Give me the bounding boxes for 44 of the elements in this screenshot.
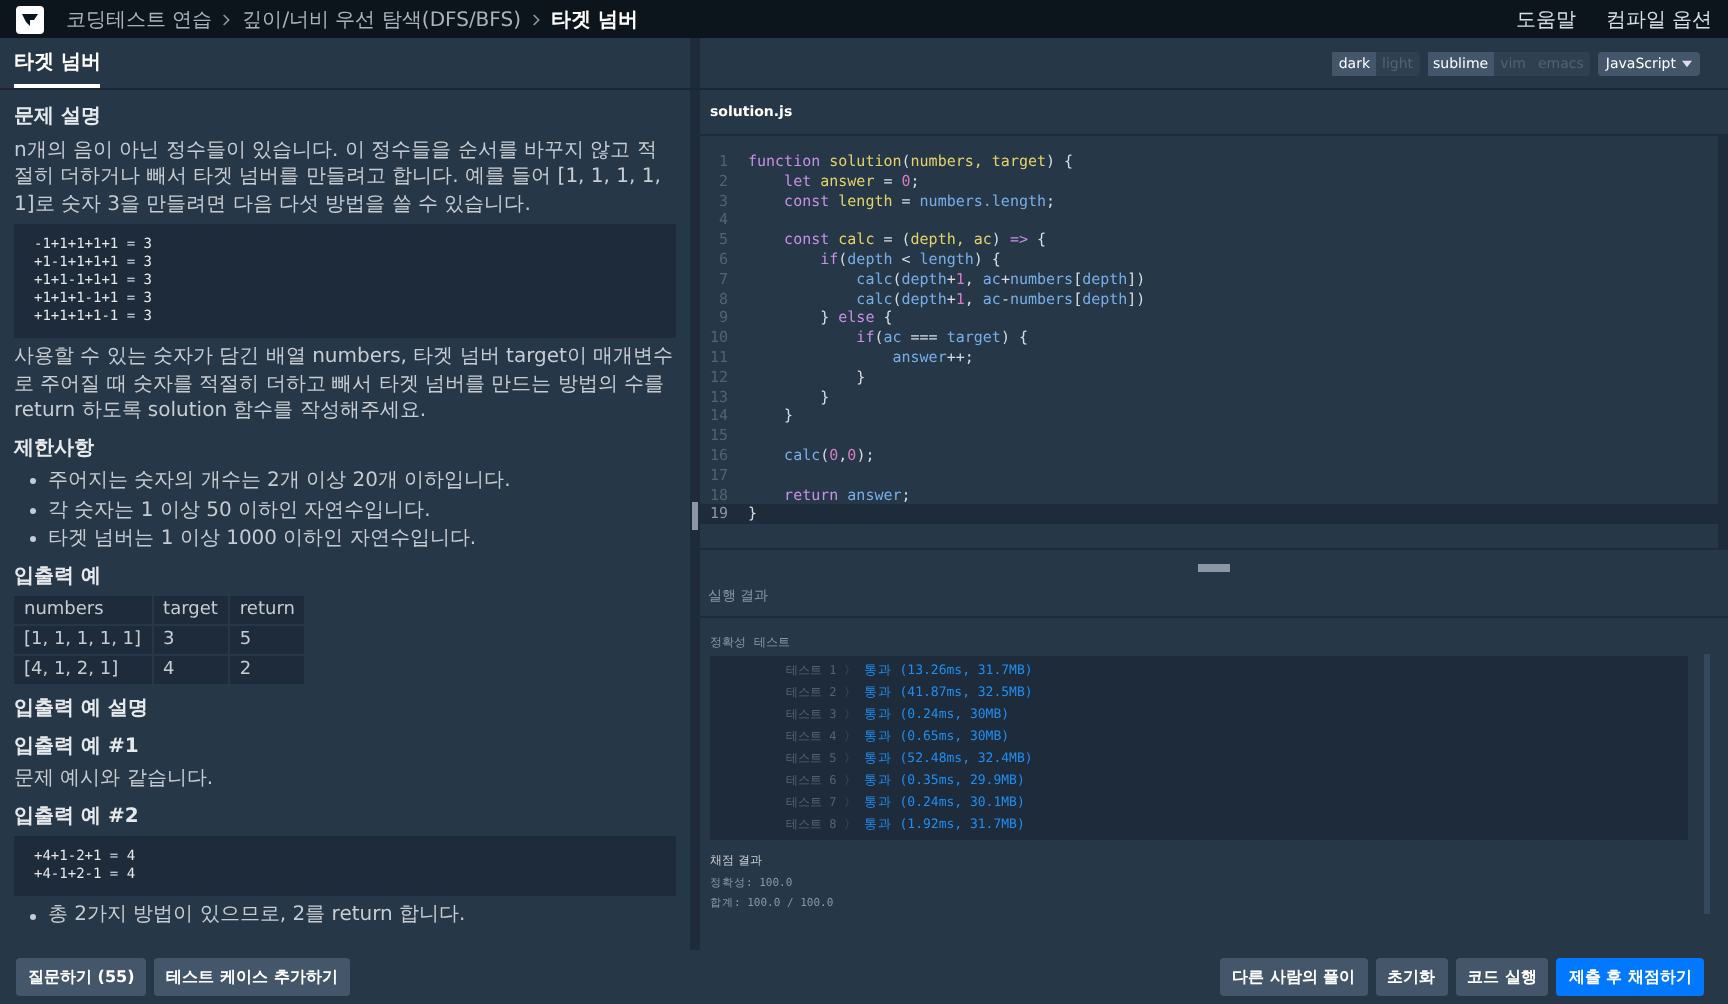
bullet-text: 총 2가지 방법이 있으므로, 2를 return 합니다. (48, 902, 466, 930)
problem-tab[interactable]: 타겟 넘버 (14, 38, 101, 88)
section-heading: 입출력 예 #1 (14, 733, 141, 761)
section-heading: 입출력 예 #2 (14, 803, 141, 831)
chevron-icon (222, 11, 233, 27)
table-cell: 3 (152, 625, 229, 656)
chevron-icon (531, 11, 541, 27)
table-cell: [4, 1, 2, 1] (14, 655, 153, 686)
description-text: 문제 예시와 같습니다. (14, 766, 216, 794)
caret-icon (1682, 59, 1692, 67)
action-button[interactable]: 코드 실행 (1455, 958, 1549, 996)
action-button[interactable]: 다른 사람의 풀이 (1220, 958, 1368, 996)
description-text: 사용할 수 있는 숫자가 담긴 배열 numbers, 타겟 넘버 target이 매개변수로 주어질 때 숫자를 적절히 더하고 빼서 타겟 넘버를 만드는 방법의 수를 return 하도록 solution 함수를 작성해주세요. (14, 344, 676, 425)
table-header-cell: return (228, 596, 306, 626)
breadcrumb-link[interactable]: 깊이/너비 우선 탐색(DFS/BFS) (242, 5, 521, 33)
scrollbar-thumb[interactable] (692, 502, 698, 530)
logo-icon[interactable] (16, 5, 44, 33)
table-header-cell: target (152, 596, 229, 626)
section-heading: 입출력 예 (14, 563, 103, 590)
section-heading: 제한사항 (14, 435, 96, 462)
table-cell: 2 (228, 655, 306, 686)
bullet-icon (30, 478, 36, 485)
bullet-text: 각 숫자는 1 이상 50 이하인 자연수입니다. (48, 497, 431, 524)
breadcrumb-link[interactable]: 코딩테스트 연습 (66, 5, 213, 33)
action-button[interactable]: 질문하기 (55) (16, 958, 147, 996)
bullet-icon (30, 507, 36, 514)
table-cell: 4 (152, 655, 229, 686)
bullet-icon (30, 536, 36, 543)
section-heading: 문제 설명 (14, 104, 103, 131)
submit-button[interactable]: 제출 후 채점하기 (1556, 958, 1704, 996)
header-link[interactable]: 도움말 (1515, 5, 1576, 33)
section-heading: 입출력 예 설명 (14, 696, 150, 724)
resize-handle[interactable] (1198, 564, 1230, 572)
table-cell: 5 (228, 625, 306, 656)
bullet-text: 타겟 넘버는 1 이상 1000 이하인 자연수입니다. (48, 526, 477, 553)
action-button[interactable]: 초기화 (1375, 958, 1448, 996)
bullet-icon (30, 913, 36, 920)
breadcrumb-link[interactable]: 타겟 넘버 (551, 5, 638, 33)
table-header-cell: numbers (14, 596, 153, 626)
description-text: n개의 음이 아닌 정수들이 있습니다. 이 정수들을 순서를 바꾸지 않고 적절히 더하거나 빼서 타겟 넘버를 만들려고 합니다. 예를 들어 [1, 1, 1, 1, 1]로 숫자 3을 만들려면 다음 다섯 방법을 쓸 수 있습니다. (14, 137, 663, 218)
header-link[interactable]: 컴파일 옵션 (1605, 5, 1712, 33)
bullet-text: 주어지는 숫자의 개수는 2개 이상 20개 이하입니다. (48, 468, 511, 495)
table-cell: [1, 1, 1, 1, 1] (14, 625, 153, 656)
action-button[interactable]: 테스트 케이스 추가하기 (154, 958, 350, 996)
